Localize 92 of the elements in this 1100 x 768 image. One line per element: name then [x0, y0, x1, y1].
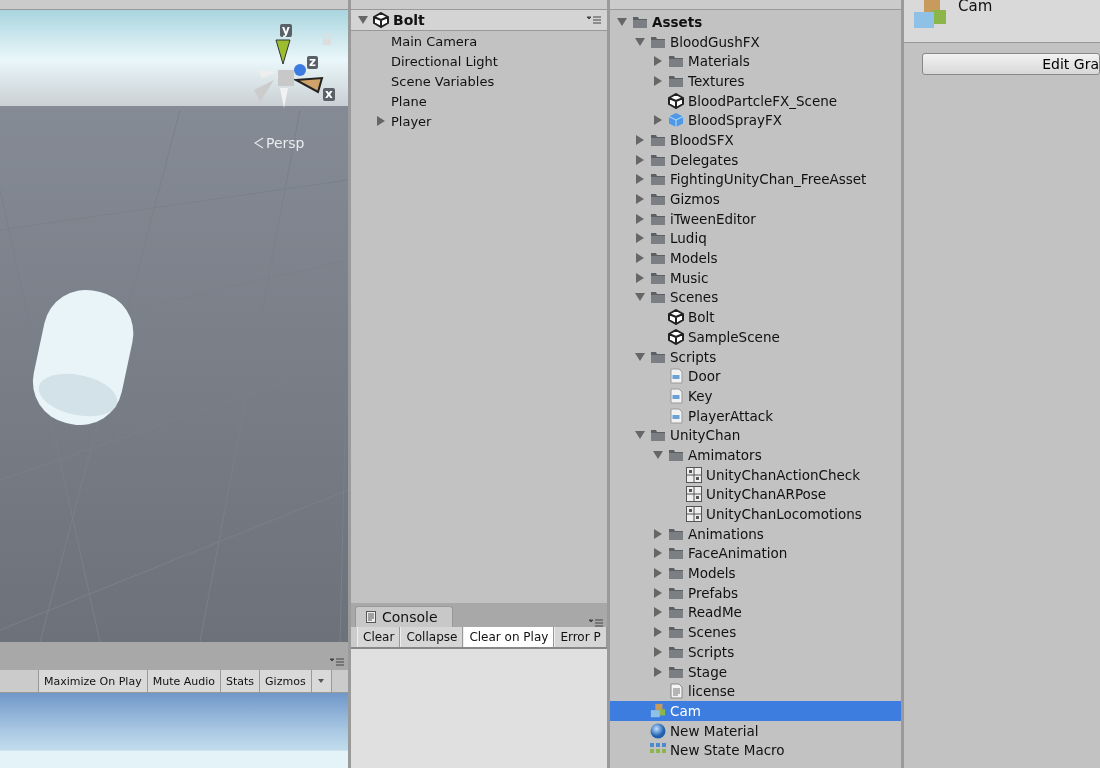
asset-item[interactable]: Scenes — [610, 287, 901, 308]
chevron-icon — [254, 137, 264, 149]
grid-icon — [686, 486, 702, 503]
scene-title: Bolt — [393, 12, 425, 28]
asset-item[interactable]: BloodPartcleFX_Scene — [610, 90, 901, 111]
menu-icon[interactable] — [587, 16, 601, 24]
scene-icon — [668, 328, 684, 345]
folder-icon — [668, 53, 684, 70]
asset-item[interactable]: Models — [610, 563, 901, 583]
folder-icon — [650, 289, 666, 306]
script-icon — [668, 407, 684, 424]
asset-item[interactable]: Textures — [610, 71, 901, 91]
axis-label: x — [323, 88, 335, 101]
toolbar-toggle[interactable]: Clear on Play — [463, 627, 555, 647]
sphere-icon — [650, 722, 666, 739]
asset-item[interactable]: Animations — [610, 523, 901, 544]
asset-item[interactable]: Bolt — [610, 307, 901, 327]
dropdown-button[interactable] — [311, 670, 332, 692]
asset-item[interactable]: Prefabs — [610, 582, 901, 603]
blocks-icon — [912, 0, 948, 30]
asset-item[interactable]: Ludiq — [610, 228, 901, 249]
asset-item[interactable]: UnityChanARPose — [610, 484, 901, 505]
axis-label: z — [307, 56, 318, 69]
inspector-title: Cam — [958, 0, 993, 15]
asset-item[interactable]: New State Macro — [610, 740, 901, 761]
folder-icon — [668, 604, 684, 621]
toolbar-toggle[interactable]: Mute Audio — [147, 670, 221, 692]
script-icon — [668, 368, 684, 385]
folder-icon — [650, 230, 666, 247]
asset-item[interactable]: ReadMe — [610, 602, 901, 623]
asset-item[interactable]: license — [610, 681, 901, 702]
folder-icon — [668, 624, 684, 641]
script-icon — [668, 387, 684, 404]
console-tab[interactable]: Console — [355, 606, 453, 627]
folder-icon — [668, 545, 684, 562]
folder-icon — [668, 565, 684, 582]
menu-icon[interactable] — [589, 619, 603, 627]
hierarchy-item[interactable]: Player — [351, 111, 607, 131]
asset-item[interactable]: PlayerAttack — [610, 405, 901, 426]
asset-item[interactable]: UnityChan — [610, 425, 901, 446]
document-icon — [668, 683, 684, 700]
toolbar-toggle[interactable]: Collapse — [400, 627, 464, 647]
asset-item[interactable]: Door — [610, 366, 901, 387]
asset-item[interactable]: Assets — [610, 12, 901, 32]
toolbar-toggle[interactable]: Maximize On Play — [39, 670, 148, 692]
asset-item[interactable]: Scripts — [610, 642, 901, 662]
grid-icon — [686, 506, 702, 523]
clear-button[interactable]: Clear — [357, 627, 401, 647]
asset-item[interactable]: Amimators — [610, 445, 901, 465]
hierarchy-item[interactable]: Scene Variables — [351, 71, 607, 91]
toolbar-toggle[interactable]: Error P — [554, 627, 607, 647]
toolbar-toggle[interactable]: Gizmos — [260, 670, 312, 692]
blocks-icon — [650, 702, 666, 719]
asset-item[interactable]: Key — [610, 386, 901, 406]
scene-icon — [668, 309, 684, 326]
hierarchy-item[interactable]: Main Camera — [351, 31, 607, 51]
asset-item[interactable]: Cam — [610, 701, 901, 721]
asset-item[interactable]: Music — [610, 267, 901, 288]
asset-item[interactable]: Scenes — [610, 622, 901, 642]
scene-icon — [373, 12, 389, 28]
caret-icon — [318, 679, 325, 683]
folder-icon — [650, 191, 666, 208]
asset-item[interactable]: BloodGushFX — [610, 31, 901, 52]
asset-item[interactable]: BloodSprayFX — [610, 110, 901, 131]
axis-label: y — [280, 24, 292, 37]
grid-icon — [686, 466, 702, 483]
folder-icon — [650, 427, 666, 444]
folder-icon — [650, 250, 666, 267]
expand-arrow[interactable] — [377, 116, 385, 126]
asset-item[interactable]: iTweenEditor — [610, 208, 901, 229]
hierarchy-item[interactable]: Plane — [351, 91, 607, 111]
scene-icon — [668, 92, 684, 109]
asset-item[interactable]: UnityChanLocomotions — [610, 504, 901, 524]
console-icon — [366, 611, 376, 623]
asset-item[interactable]: SampleScene — [610, 327, 901, 347]
asset-item[interactable]: Stage — [610, 661, 901, 682]
hierarchy-item[interactable]: Directional Light — [351, 51, 607, 71]
toolbar-toggle[interactable]: Stats — [221, 670, 261, 692]
menu-icon[interactable] — [330, 658, 344, 666]
asset-item[interactable]: Scripts — [610, 346, 901, 367]
cube-icon — [668, 112, 684, 129]
asset-item[interactable]: UnityChanActionCheck — [610, 464, 901, 485]
asset-item[interactable]: Materials — [610, 51, 901, 72]
folder-icon — [650, 171, 666, 188]
asset-item[interactable]: Delegates — [610, 149, 901, 170]
asset-item[interactable]: Gizmos — [610, 189, 901, 209]
asset-item[interactable]: BloodSFX — [610, 130, 901, 150]
asset-item[interactable]: FaceAnimation — [610, 543, 901, 564]
asset-item[interactable]: New Material — [610, 720, 901, 741]
asset-item[interactable]: FightingUnityChan_FreeAsset — [610, 169, 901, 190]
edit-graph-button[interactable]: Edit Gra — [922, 53, 1100, 75]
asset-item[interactable]: Models — [610, 248, 901, 268]
